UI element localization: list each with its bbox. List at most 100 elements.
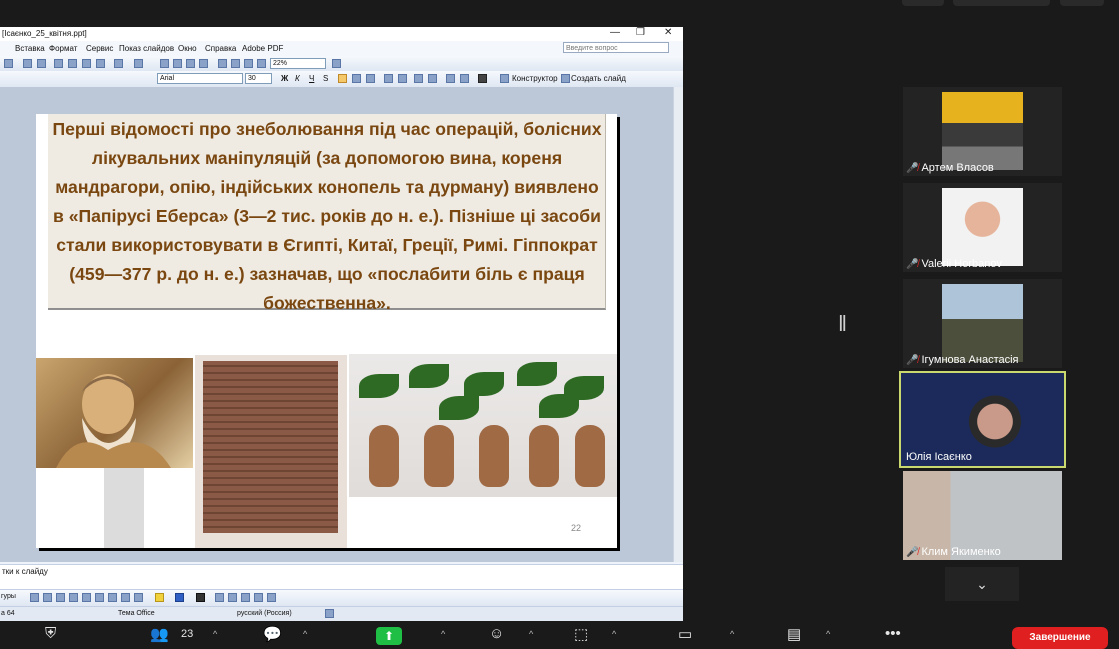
menu-slideshow[interactable]: Показ слайдов <box>119 44 174 53</box>
restore-icon[interactable]: ❐ <box>636 27 645 38</box>
menu-window[interactable]: Окно <box>178 44 197 53</box>
shadow-button[interactable]: S <box>323 74 328 83</box>
new-icon[interactable] <box>4 59 13 68</box>
designer-icon[interactable] <box>500 74 509 83</box>
insert-table-icon[interactable] <box>173 59 182 68</box>
designer-button[interactable]: Конструктор <box>512 74 558 83</box>
align-center-icon[interactable] <box>352 74 361 83</box>
chevron-up-icon[interactable]: ^ <box>213 629 217 639</box>
tables-borders-icon[interactable] <box>186 59 195 68</box>
line-style-icon[interactable] <box>215 593 224 602</box>
participant-tile[interactable]: 🎤̸ Ігумнова Анастасія <box>903 279 1062 368</box>
menu-help[interactable]: Справка <box>205 44 236 53</box>
align-right-icon[interactable] <box>366 74 375 83</box>
minimize-icon[interactable]: — <box>610 27 620 38</box>
rectangle-icon[interactable] <box>56 593 65 602</box>
more-icon[interactable]: ••• <box>885 625 901 642</box>
menu-insert[interactable]: Вставка <box>15 44 45 53</box>
chevron-up-icon[interactable]: ^ <box>303 629 307 639</box>
show-formatting-icon[interactable] <box>231 59 240 68</box>
insert-chart-icon[interactable] <box>160 59 169 68</box>
chevron-up-icon[interactable]: ^ <box>730 629 734 639</box>
view-button[interactable] <box>902 0 944 6</box>
chevron-up-icon[interactable]: ^ <box>612 629 616 639</box>
view-button[interactable] <box>953 0 1050 6</box>
spelling-status-icon[interactable] <box>325 609 334 618</box>
chevron-up-icon[interactable]: ^ <box>826 629 830 639</box>
3d-style-icon[interactable] <box>267 593 276 602</box>
notes-icon[interactable]: ▤ <box>787 625 801 643</box>
numbering-icon[interactable] <box>384 74 393 83</box>
paste-icon[interactable] <box>82 59 91 68</box>
cut-icon[interactable] <box>54 59 63 68</box>
wordart-icon[interactable] <box>95 593 104 602</box>
menu-service[interactable]: Сервис <box>86 44 113 53</box>
expand-icon[interactable] <box>218 59 227 68</box>
gallery-scroll-down-button[interactable]: ⌄ <box>945 567 1019 601</box>
underline-button[interactable]: Ч <box>309 74 314 83</box>
oval-icon[interactable] <box>69 593 78 602</box>
participants-icon[interactable]: 👥 <box>150 625 169 643</box>
participant-tile[interactable]: 🎤̸ Клим Якименко <box>903 471 1062 560</box>
participant-tile[interactable]: 🎤̸ Valerii Horbanov <box>903 183 1062 272</box>
increase-font-icon[interactable] <box>414 74 423 83</box>
participant-tile[interactable]: 🎤̸ Артем Власов <box>903 87 1062 176</box>
font-name-select[interactable]: Arial <box>157 73 243 84</box>
line-color-icon[interactable] <box>175 593 184 602</box>
format-painter-icon[interactable] <box>96 59 105 68</box>
participant-tile-active-speaker[interactable]: Юлія Ісаєнко <box>899 371 1066 468</box>
textbox-icon[interactable] <box>82 593 91 602</box>
bold-button[interactable]: Ж <box>281 74 288 83</box>
undo-icon[interactable] <box>114 59 123 68</box>
whiteboard-icon[interactable]: ▭ <box>678 625 692 643</box>
decrease-indent-icon[interactable] <box>446 74 455 83</box>
fill-color-icon[interactable] <box>155 593 164 602</box>
research-icon[interactable] <box>37 59 46 68</box>
chevron-up-icon[interactable]: ^ <box>529 629 533 639</box>
menu-adobe-pdf[interactable]: Adobe PDF <box>242 44 283 53</box>
close-icon[interactable]: ✕ <box>664 27 672 38</box>
view-button[interactable] <box>1060 0 1104 6</box>
font-color-icon[interactable] <box>478 74 487 83</box>
insert-wordart-icon[interactable] <box>199 59 208 68</box>
arrow-icon[interactable] <box>43 593 52 602</box>
diagram-icon[interactable] <box>108 593 117 602</box>
security-shield-icon[interactable]: ⛨ <box>45 625 56 642</box>
share-screen-icon[interactable]: ⬆ <box>376 627 402 645</box>
help-icon[interactable] <box>332 59 341 68</box>
arrow-style-icon[interactable] <box>241 593 250 602</box>
vertical-scrollbar[interactable] <box>673 87 683 562</box>
apps-icon[interactable]: ⬚ <box>574 625 588 643</box>
shadow-style-icon[interactable] <box>254 593 263 602</box>
increase-indent-icon[interactable] <box>460 74 469 83</box>
reactions-icon[interactable]: ☺ <box>489 625 504 642</box>
notes-pane[interactable]: тки к слайду <box>0 564 683 590</box>
italic-button[interactable]: К <box>295 74 300 83</box>
chat-icon[interactable]: 💬 <box>263 625 282 643</box>
dash-style-icon[interactable] <box>228 593 237 602</box>
color-grayscale-icon[interactable] <box>257 59 266 68</box>
line-icon[interactable] <box>30 593 39 602</box>
leave-meeting-button[interactable]: Завершение <box>1012 627 1108 649</box>
zoom-select[interactable]: 22% <box>270 58 326 69</box>
slide[interactable]: Перші відомості про знеболювання під час… <box>36 114 617 548</box>
align-left-icon[interactable] <box>338 74 347 83</box>
picture-icon[interactable] <box>134 593 143 602</box>
chevron-up-icon[interactable]: ^ <box>441 629 445 639</box>
split-handle[interactable]: ‖ <box>838 311 847 337</box>
bullets-icon[interactable] <box>398 74 407 83</box>
slide-textbox[interactable]: Перші відомості про знеболювання під час… <box>48 114 606 313</box>
decrease-font-icon[interactable] <box>428 74 437 83</box>
help-search-input[interactable]: Введите вопрос <box>563 42 669 53</box>
menu-format[interactable]: Формат <box>49 44 77 53</box>
new-slide-icon[interactable] <box>561 74 570 83</box>
autoshapes-button[interactable]: гуры <box>1 593 16 600</box>
font-size-select[interactable]: 30 <box>245 73 272 84</box>
clipart-icon[interactable] <box>121 593 130 602</box>
redo-icon[interactable] <box>134 59 143 68</box>
spell-icon[interactable] <box>23 59 32 68</box>
copy-icon[interactable] <box>68 59 77 68</box>
draw-font-color-icon[interactable] <box>196 593 205 602</box>
grid-icon[interactable] <box>244 59 253 68</box>
new-slide-button[interactable]: Создать слайд <box>571 74 626 83</box>
